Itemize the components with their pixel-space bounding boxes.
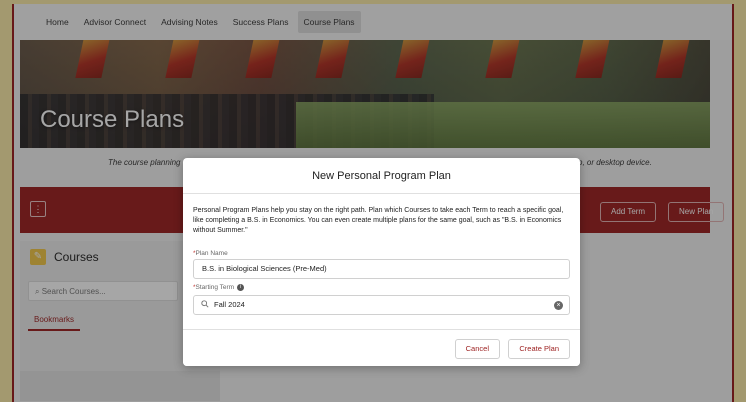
create-plan-button[interactable]: Create Plan <box>508 339 570 359</box>
new-plan-modal: New Personal Program Plan Personal Progr… <box>183 158 580 366</box>
cancel-button[interactable]: Cancel <box>454 339 500 359</box>
info-icon[interactable]: i <box>237 284 245 291</box>
starting-term-label: *Starting Term i <box>193 284 245 292</box>
clear-icon[interactable]: × <box>554 301 563 310</box>
search-icon <box>201 300 209 308</box>
starting-term-value: Fall 2024 <box>214 300 245 309</box>
modal-description: Personal Program Plans help you stay on … <box>193 207 564 234</box>
plan-name-input[interactable]: B.S. in Biological Sciences (Pre-Med) <box>193 259 570 279</box>
modal-footer: Cancel Create Plan <box>183 329 580 366</box>
plan-name-label: *Plan Name <box>193 250 228 257</box>
modal-title: New Personal Program Plan <box>183 158 580 194</box>
plan-name-label-text: Plan Name <box>195 250 228 257</box>
starting-term-input[interactable]: Fall 2024 × <box>193 295 570 315</box>
starting-term-label-text: Starting Term <box>195 284 235 292</box>
